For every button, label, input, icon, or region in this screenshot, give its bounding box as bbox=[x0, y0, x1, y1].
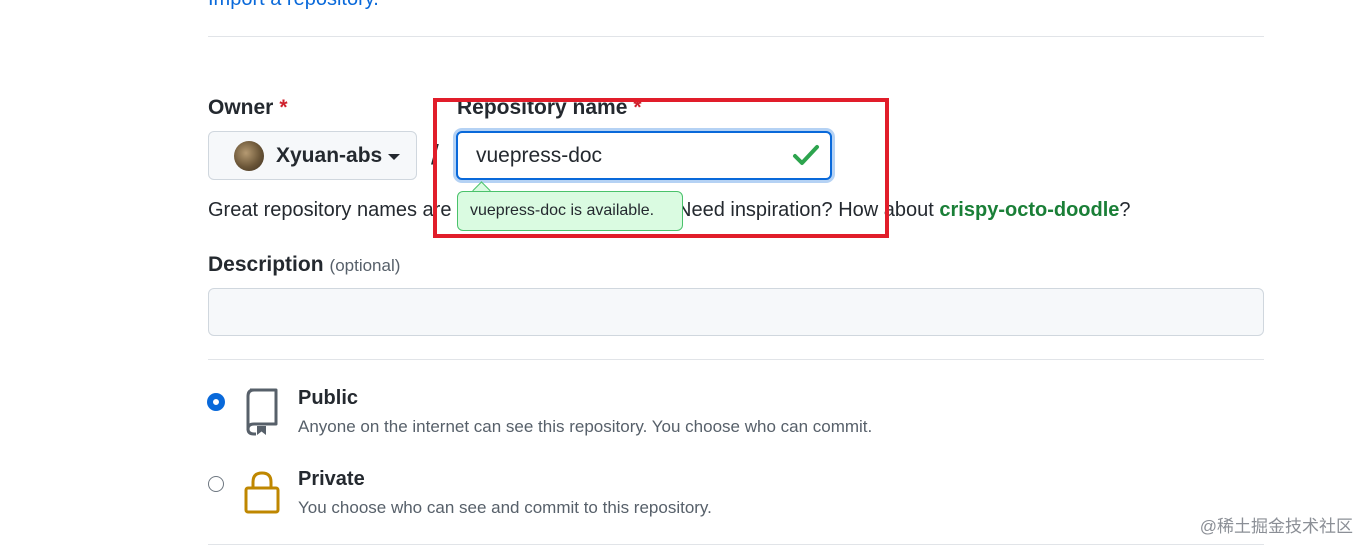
visibility-public-radio[interactable] bbox=[208, 394, 224, 410]
hint-suffix: ? bbox=[1119, 199, 1131, 221]
divider bbox=[208, 36, 1264, 37]
visibility-private-title: Private bbox=[298, 468, 365, 490]
lock-icon bbox=[244, 471, 280, 514]
visibility-private-radio[interactable] bbox=[208, 476, 224, 492]
required-mark: * bbox=[279, 96, 288, 119]
visibility-public-title: Public bbox=[298, 387, 359, 409]
description-label-text: Description bbox=[208, 253, 324, 276]
description-input[interactable] bbox=[208, 288, 1264, 336]
repo-icon bbox=[246, 388, 278, 436]
owner-label-text: Owner bbox=[208, 96, 274, 119]
divider bbox=[208, 359, 1264, 360]
optional-marker: (optional) bbox=[329, 256, 401, 275]
import-repository-link[interactable]: Import a repository. bbox=[208, 0, 379, 11]
suggested-name-link[interactable]: crispy-octo-doodle bbox=[939, 199, 1119, 221]
owner-dropdown[interactable]: Xyuan-abs bbox=[208, 131, 417, 180]
avatar bbox=[234, 140, 264, 171]
visibility-private-description: You choose who can see and commit to thi… bbox=[298, 498, 712, 517]
description-label: Description (optional) bbox=[208, 253, 400, 277]
highlight-annotation bbox=[433, 98, 889, 238]
owner-name: Xyuan-abs bbox=[276, 143, 383, 167]
repository-name-hint: Great repository names are bbox=[208, 199, 451, 222]
owner-label: Owner * bbox=[208, 96, 288, 120]
divider bbox=[208, 544, 1264, 545]
hint-prefix: Great repository names are bbox=[208, 199, 452, 221]
chevron-down-icon bbox=[388, 153, 401, 160]
visibility-public-description: Anyone on the internet can see this repo… bbox=[298, 417, 873, 436]
watermark: @稀土掘金技术社区 bbox=[1199, 517, 1353, 536]
